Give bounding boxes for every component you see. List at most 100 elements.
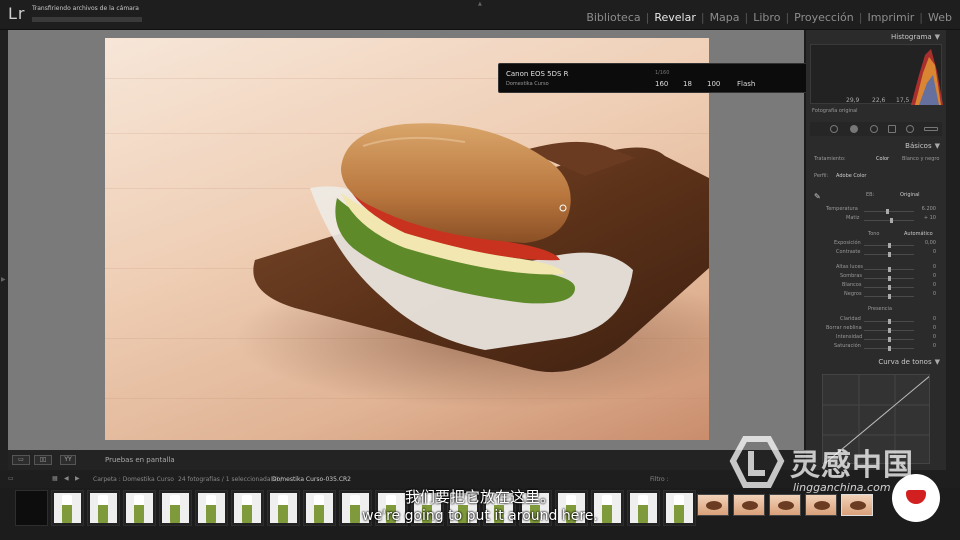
slider-value[interactable]: 0 [933,343,936,349]
module-biblioteca[interactable]: Biblioteca [582,11,644,24]
filmstrip-thumbnail[interactable] [303,490,336,526]
slider-thumb[interactable] [888,294,891,299]
filmstrip-thumbnail[interactable] [447,490,480,526]
file-name[interactable]: Domestika Curso-035.CR2 [272,476,351,483]
slider-value[interactable]: 0 [933,325,936,331]
filmstrip-thumbnail[interactable] [733,494,765,516]
filmstrip-thumbnail[interactable] [697,494,729,516]
slider-value[interactable]: 0 [933,291,936,297]
slider-value[interactable]: 0,00 [925,240,936,246]
adjustment-brush-icon[interactable] [924,127,938,131]
slider-value[interactable]: 0 [933,249,936,255]
tint-slider[interactable] [864,218,914,223]
module-revelar[interactable]: Revelar [650,11,700,24]
profile-dropdown[interactable]: Adobe Color [836,173,866,179]
tone-curve-header[interactable]: Curva de tonos ▼ [878,358,940,366]
slider-thumb[interactable] [890,218,893,223]
treatment-bw-option[interactable]: Blanco y negro [902,156,939,162]
image-canvas[interactable]: Canon EOS 5DS R Domestika Curso 1/160 16… [8,30,901,450]
second-window-icon[interactable]: ▭ [8,475,14,482]
filmstrip-thumbnail[interactable] [769,494,801,516]
filmstrip-thumbnail[interactable] [267,490,300,526]
sandwich-photo[interactable] [105,38,709,440]
filmstrip-thumbnail[interactable] [627,490,660,526]
forward-arrow-icon[interactable]: ▶ [75,475,80,482]
filmstrip-thumbnail[interactable] [375,490,408,526]
back-arrow-icon[interactable]: ◀ [64,475,69,482]
histogram-header[interactable]: Histograma ▼ [891,33,940,41]
module-imprimir[interactable]: Imprimir [863,11,918,24]
blacks-slider[interactable] [864,294,914,299]
filmstrip-thumbnail[interactable] [591,490,624,526]
yy-view-button[interactable]: YY [60,455,76,465]
exposure-slider[interactable] [864,243,914,248]
saturation-slider[interactable] [864,346,914,351]
filmstrip-thumbnail[interactable] [805,494,837,516]
slider-thumb[interactable] [888,276,891,281]
slider-value[interactable]: 0 [933,273,936,279]
vibrance-slider[interactable] [864,337,914,342]
filmstrip-thumbnail[interactable] [195,490,228,526]
grid-icon[interactable]: ▦ [52,475,58,482]
filmstrip-thumbnail[interactable] [411,490,444,526]
contrast-slider[interactable] [864,252,914,257]
left-panel-collapsed[interactable]: ▶ [0,30,8,470]
module-mapa[interactable]: Mapa [706,11,744,24]
slider-thumb[interactable] [888,285,891,290]
radial-filter-icon[interactable] [906,125,914,133]
highlights-slider[interactable] [864,267,914,272]
filmstrip-thumbnail[interactable] [123,490,156,526]
loupe-view-button[interactable]: ▭ [12,455,30,465]
filmstrip-thumbnail[interactable] [519,490,552,526]
before-after-button[interactable]: ▯▯ [34,455,52,465]
shadows-slider[interactable] [864,276,914,281]
wb-dropdown[interactable]: Original [900,192,920,198]
crop-tool-icon[interactable] [830,125,838,133]
filmstrip-thumbnail[interactable] [339,490,372,526]
filmstrip-thumbnail[interactable] [87,490,120,526]
filmstrip-thumbnail[interactable] [159,490,192,526]
slider-thumb[interactable] [888,346,891,351]
basics-header[interactable]: Básicos ▼ [905,142,940,150]
slider-thumb[interactable] [888,328,891,333]
filmstrip-thumbnail[interactable] [231,490,264,526]
slider-thumb[interactable] [886,209,889,214]
filmstrip-thumbnail[interactable] [555,490,588,526]
filmstrip-thumbnail[interactable] [51,490,84,526]
red-eye-icon[interactable] [870,125,878,133]
eyedropper-icon[interactable]: ✎ [814,192,821,201]
folder-path[interactable]: Carpeta : Domestika Curso [93,476,174,483]
tint-value[interactable]: + 10 [924,215,936,221]
module-libro[interactable]: Libro [749,11,784,24]
flash-value: Flash [737,80,756,88]
module-proyeccion[interactable]: Proyección [790,11,858,24]
panel-scrollbar[interactable] [946,30,960,470]
temperature-slider[interactable] [864,209,914,214]
slider-value[interactable]: 0 [933,334,936,340]
treatment-color-option[interactable]: Color [876,156,889,162]
slider-value[interactable]: 0 [933,264,936,270]
collapse-top-icon[interactable]: ▲ [478,1,482,7]
temperature-value[interactable]: 6.200 [922,206,936,212]
dehaze-slider[interactable] [864,328,914,333]
slider-thumb[interactable] [888,243,891,248]
clarity-slider[interactable] [864,319,914,324]
slider-thumb[interactable] [888,267,891,272]
slider-value[interactable]: 0 [933,282,936,288]
expand-left-icon[interactable]: ▶ [1,276,6,283]
tone-auto-button[interactable]: Automático [904,231,933,237]
slider-value[interactable]: 0 [933,316,936,322]
original-photo-checkbox[interactable]: Fotografía original [812,108,858,114]
filmstrip-thumbnail[interactable] [15,490,48,526]
slider-thumb[interactable] [888,252,891,257]
slider-thumb[interactable] [888,319,891,324]
spot-removal-icon[interactable] [850,125,858,133]
filmstrip-thumbnail-selected[interactable] [841,494,873,516]
filmstrip-thumbnail[interactable] [483,490,516,526]
slider-thumb[interactable] [888,337,891,342]
whites-slider[interactable] [864,285,914,290]
soft-proofing-toggle[interactable]: Pruebas en pantalla [105,456,175,464]
module-web[interactable]: Web [924,11,956,24]
filmstrip-thumbnail[interactable] [663,490,696,526]
graduated-filter-icon[interactable] [888,125,896,133]
